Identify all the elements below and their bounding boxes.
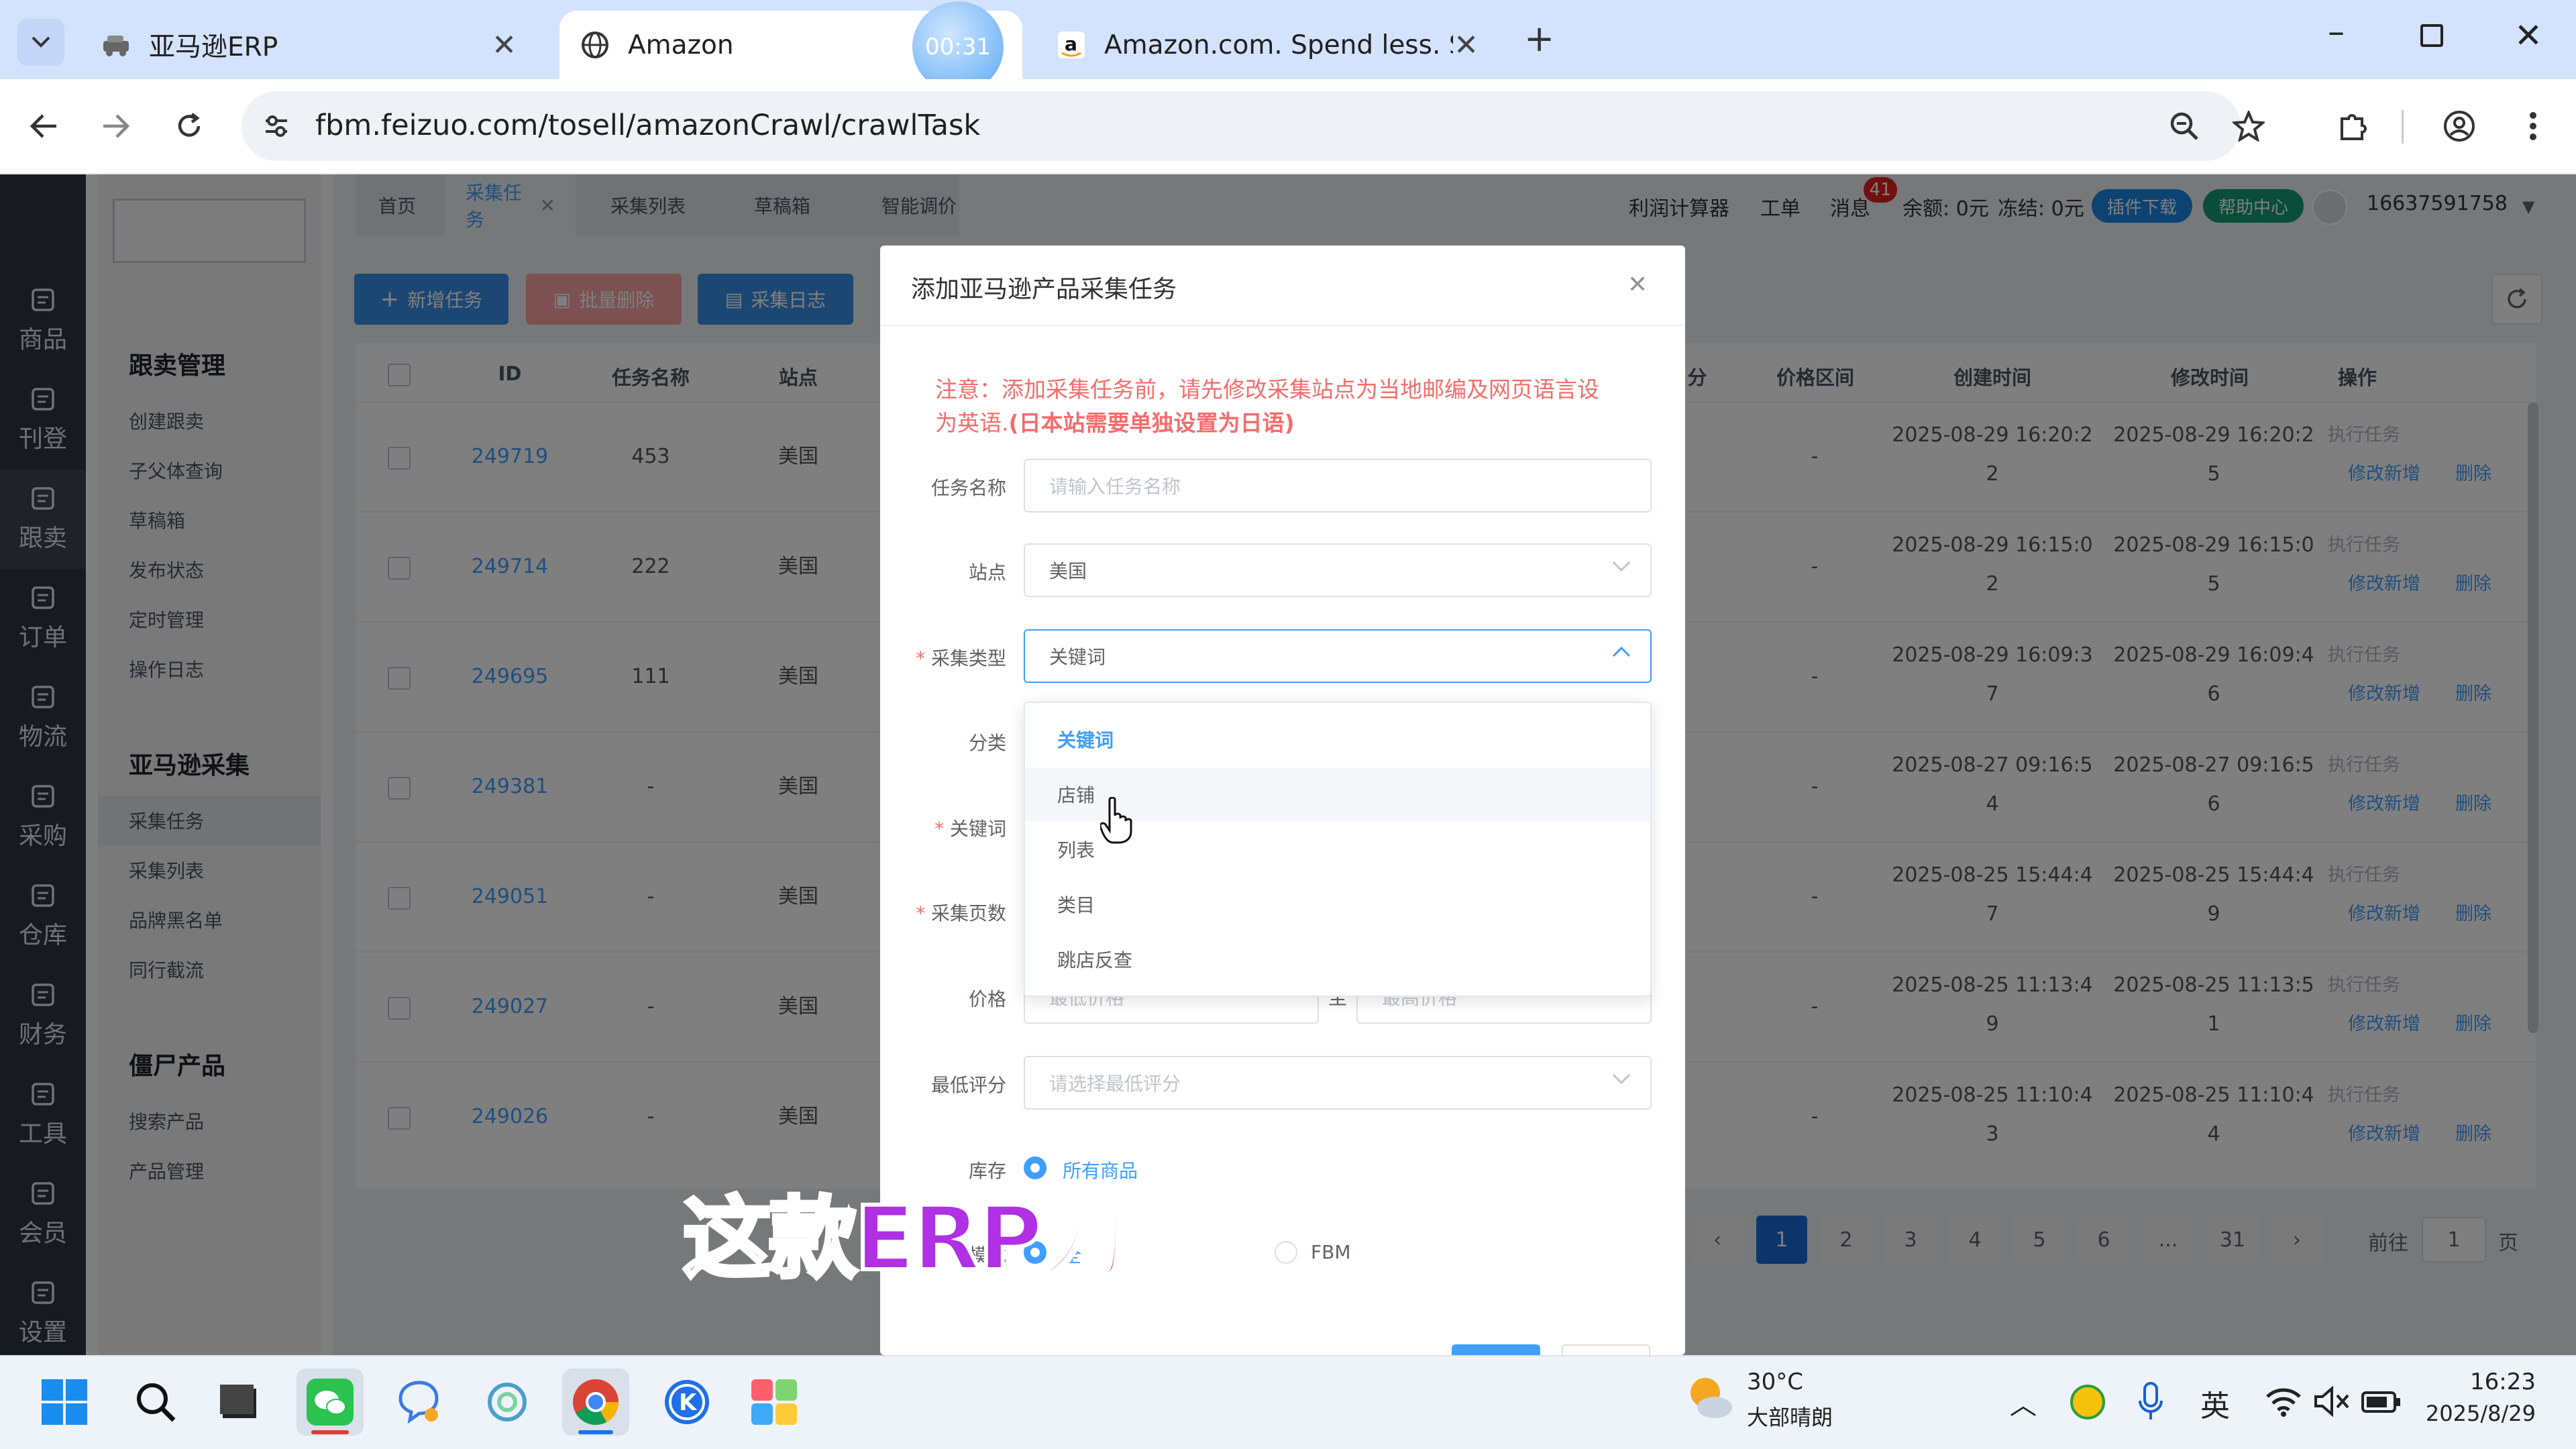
price-label: 价格 bbox=[968, 988, 1006, 1010]
ime-indicator[interactable]: 英 bbox=[2200, 1382, 2230, 1425]
notice-line-2: 为英语.(日本站需要单独设置为日语) bbox=[935, 407, 1633, 440]
ai-app-icon[interactable] bbox=[474, 1368, 541, 1436]
tab-amazon-com[interactable]: a Amazon.com. Spend less. Sm ✕ bbox=[1036, 11, 1499, 79]
timer-text: 00:31 bbox=[925, 34, 991, 60]
mode-fbm-radio[interactable] bbox=[1275, 1241, 1297, 1264]
notice-line-2-text: 为英语. bbox=[935, 410, 1009, 436]
tray-app-icon[interactable] bbox=[2070, 1385, 2105, 1419]
chevron-down-icon bbox=[1611, 559, 1631, 573]
modal-title: 添加亚马逊产品采集任务 bbox=[911, 276, 1177, 303]
search-icon[interactable] bbox=[122, 1368, 189, 1436]
windows-start-icon[interactable] bbox=[31, 1368, 98, 1436]
reload-icon[interactable] bbox=[168, 105, 211, 148]
dropdown-option-shop-reverse[interactable]: 跳店反查 bbox=[1025, 932, 1650, 986]
close-window-icon[interactable]: ✕ bbox=[2514, 16, 2542, 55]
photos-app-icon[interactable] bbox=[741, 1368, 808, 1436]
weather-icon[interactable] bbox=[1684, 1373, 1735, 1424]
menu-icon[interactable] bbox=[2512, 105, 2555, 148]
keyword-label-text: 关键词 bbox=[949, 818, 1006, 840]
tab-amazon-com-title: Amazon.com. Spend less. Sm bbox=[1104, 30, 1453, 60]
close-modal-icon[interactable]: ✕ bbox=[1627, 271, 1648, 299]
site-info-icon[interactable] bbox=[255, 105, 298, 148]
dropdown-option-keyword[interactable]: 关键词 bbox=[1025, 712, 1650, 766]
extensions-icon[interactable] bbox=[2332, 105, 2375, 148]
k-app-icon[interactable]: K bbox=[653, 1368, 720, 1436]
tab-amazon-title: Amazon bbox=[628, 30, 734, 60]
tab-erp-title: 亚马逊ERP bbox=[149, 32, 278, 62]
globe-icon bbox=[580, 30, 610, 60]
min-rating-select[interactable]: 请选择最低评分 bbox=[1024, 1056, 1652, 1110]
crawl-type-value: 关键词 bbox=[1049, 646, 1106, 668]
wechat-active-indicator bbox=[311, 1430, 349, 1434]
car-icon bbox=[101, 30, 131, 60]
amazon-icon: a bbox=[1056, 30, 1087, 60]
notice-bold: (日本站需要单独设置为日语) bbox=[1008, 410, 1295, 436]
task-name-label: 任务名称 bbox=[930, 477, 1006, 499]
notice-line-1: 注意：添加采集任务前，请先修改采集站点为当地邮编及网页语言设 bbox=[935, 376, 1599, 402]
cancel-button[interactable] bbox=[1562, 1344, 1650, 1355]
weather-temp: 30°C bbox=[1747, 1368, 1804, 1395]
wifi-icon[interactable] bbox=[2265, 1386, 2302, 1417]
mode-fbm-label: FBM bbox=[1311, 1241, 1351, 1263]
svg-text:K: K bbox=[679, 1389, 698, 1416]
minimize-icon[interactable]: – bbox=[2328, 12, 2345, 51]
url-text[interactable]: fbm.feizuo.com/tosell/amazonCrawl/crawlT… bbox=[315, 109, 980, 142]
hand-cursor-icon bbox=[1100, 797, 1132, 844]
keyword-label: * 关键词 bbox=[934, 818, 1006, 840]
pages-label: * 采集页数 bbox=[916, 902, 1006, 924]
volume-muted-icon[interactable] bbox=[2313, 1385, 2351, 1418]
microphone-icon[interactable] bbox=[2137, 1382, 2164, 1422]
tab-search-chevron-icon[interactable] bbox=[17, 19, 64, 66]
chrome-icon[interactable] bbox=[562, 1368, 629, 1436]
back-icon[interactable] bbox=[23, 105, 66, 148]
profile-icon[interactable] bbox=[2438, 105, 2481, 148]
task-view-icon[interactable] bbox=[205, 1368, 272, 1436]
crawl-type-label-text: 采集类型 bbox=[930, 647, 1006, 669]
battery-icon[interactable] bbox=[2361, 1390, 2402, 1414]
chat-app-icon[interactable] bbox=[385, 1368, 452, 1436]
restore-icon[interactable] bbox=[2420, 24, 2443, 47]
video-caption: 这款ERP为 bbox=[681, 1185, 1131, 1293]
modal-notice: 注意：添加采集任务前，请先修改采集站点为当地邮编及网页语言设 为英语.(日本站需… bbox=[935, 373, 1633, 440]
min-rating-label: 最低评分 bbox=[930, 1074, 1006, 1096]
category-label: 分类 bbox=[968, 732, 1006, 754]
confirm-button[interactable] bbox=[1452, 1344, 1540, 1355]
chevron-up-icon bbox=[1611, 645, 1631, 659]
site-value: 美国 bbox=[1049, 560, 1087, 582]
wechat-icon[interactable] bbox=[297, 1368, 364, 1436]
dropdown-option-category[interactable]: 类目 bbox=[1025, 877, 1650, 931]
crawl-type-label: * 采集类型 bbox=[916, 647, 1006, 669]
chevron-down-icon bbox=[1611, 1072, 1631, 1085]
task-name-input[interactable]: 请输入任务名称 bbox=[1024, 459, 1652, 513]
crawl-type-select[interactable]: 关键词 bbox=[1024, 629, 1652, 683]
weather-desc: 大部晴朗 bbox=[1747, 1405, 1833, 1430]
bookmark-star-icon[interactable] bbox=[2227, 105, 2270, 148]
new-tab-icon[interactable]: + bbox=[1524, 17, 1554, 60]
site-label: 站点 bbox=[968, 561, 1006, 584]
toolbar-divider bbox=[2402, 110, 2404, 144]
clock-date[interactable]: 2025/8/29 bbox=[2411, 1401, 2536, 1426]
min-rating-placeholder: 请选择最低评分 bbox=[1049, 1073, 1181, 1095]
chrome-active-indicator bbox=[578, 1430, 613, 1434]
zoom-icon[interactable] bbox=[2163, 105, 2206, 148]
close-tab-icon[interactable]: ✕ bbox=[1454, 28, 1479, 62]
pages-label-text: 采集页数 bbox=[930, 902, 1006, 924]
site-select[interactable]: 美国 bbox=[1024, 543, 1652, 597]
clock-time[interactable]: 16:23 bbox=[2435, 1368, 2536, 1395]
close-tab-icon[interactable]: ✕ bbox=[492, 28, 517, 62]
tab-erp[interactable]: 亚马逊ERP ✕ bbox=[80, 11, 537, 79]
forward-icon[interactable] bbox=[94, 105, 137, 148]
tray-chevron-up-icon[interactable]: ︿ bbox=[2010, 1383, 2037, 1422]
svg-text:a: a bbox=[1065, 33, 1077, 55]
